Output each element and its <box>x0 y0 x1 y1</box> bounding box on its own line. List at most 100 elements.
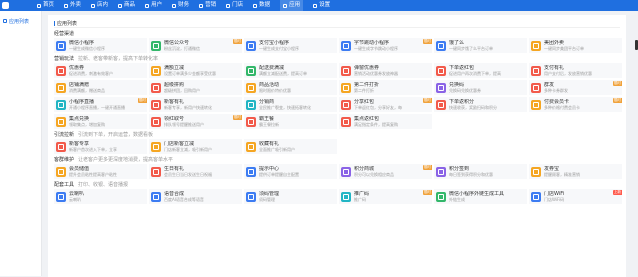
app-card[interactable]: 弹窗优惠券 营销活动优惠券发放神器 <box>339 63 432 78</box>
app-icon <box>531 191 541 202</box>
nav-item-store[interactable]: 店内 <box>91 0 108 11</box>
app-icon <box>436 40 446 51</box>
app-section: 营销玩法 拉新、老客带新客，提高下单转化率 优惠券 促进消费，刺激有效客户 满额立减 设置… <box>54 55 622 129</box>
app-card-text: 门店新客立减 门店新客立减，吸引新用户 <box>164 141 212 152</box>
nav-item-label: 数据 <box>259 2 271 8</box>
nav-item-gear[interactable]: 设置 <box>313 0 330 11</box>
logo[interactable] <box>2 2 9 9</box>
app-section: 引流拉新 引流到下单，开启运营，数据看板 新客专享 新客户首次进入下单，立享 门店新客立… <box>54 131 620 154</box>
app-card[interactable]: 美团外卖 一键同步美团平台订单 <box>529 38 622 53</box>
app-card[interactable]: 字节跳动小程序 一键生成字节跳动小程序 限时 <box>339 38 432 53</box>
nav-item-home[interactable]: 首页 <box>37 0 54 11</box>
app-card[interactable]: 优惠券 促进消费，刺激有效客户 <box>54 63 147 78</box>
store-icon <box>91 3 96 8</box>
app-card[interactable]: 下单返红包 促进用户再次消费下单，提高 <box>434 63 527 78</box>
nav-item-bike[interactable]: 外卖 <box>64 0 81 11</box>
app-icon <box>151 166 161 177</box>
app-card[interactable]: 新客专享 新客户首次进入下单，立享 <box>54 139 147 154</box>
app-card[interactable]: 领红取号 排队领号提醒推送用户 限时 <box>149 114 242 129</box>
app-description: 会员生日当日发送生日祝福 <box>164 172 212 177</box>
app-card[interactable]: 收藏有礼 全面推广吸引新用户 <box>244 139 337 154</box>
app-card[interactable]: 分享红包 下单返红包，分享好友，每 限时 <box>339 97 432 112</box>
app-card-text: 分销商 全民推广裂变，快速拓客转化 <box>259 99 311 110</box>
app-card[interactable]: 门店WiFi 门店WiFi码 上新 <box>529 189 622 204</box>
app-card-text: 超级拼购 超级拼团，回购用户 <box>164 82 200 93</box>
app-icon <box>151 141 161 152</box>
app-card[interactable]: 集点返红包 满足指定条件，提高复购 <box>339 114 432 129</box>
app-card[interactable]: 霸王餐 霸王餐拉新 <box>244 114 337 129</box>
app-icon <box>436 65 446 76</box>
app-card[interactable]: 支付有礼 用户支付后，发放营销优惠 <box>529 63 622 78</box>
app-card-text: 第二件打折 第二件打折 <box>354 82 379 93</box>
app-card[interactable]: 满额立减 设置订单满多少金额享受优惠 <box>149 63 242 78</box>
app-card[interactable]: 群发 多种卡券群发 限时 <box>529 80 622 95</box>
app-card[interactable]: 支付宝小程序 一键生成支付宝小程序 <box>244 38 337 53</box>
sidebar-item-app-list[interactable]: 应用列表 <box>0 16 41 26</box>
app-card-text: 微信公众号 粉丝沉淀，打通微信 <box>164 40 200 51</box>
nav-item-label: 首页 <box>43 2 55 8</box>
nav-item-goods[interactable]: 商品 <box>118 0 135 11</box>
section-title: 配套工具 打印、收银、语音播报 <box>54 181 620 189</box>
app-card[interactable]: 第二件打折 第二件打折 <box>339 80 432 95</box>
app-description: 开通小程序直播，一键开通直播 <box>69 105 125 110</box>
app-badge: 限时 <box>422 190 432 195</box>
app-card[interactable]: 微信小程序 一键生成微信小程序 <box>54 38 147 53</box>
app-card[interactable]: 饿了么 一键同步饿了么平台订单 <box>434 38 527 53</box>
app-card[interactable]: 兑换码 兑换码兑换优惠券 <box>434 80 527 95</box>
app-card[interactable]: 配送费满减 满额立减配送费，提高订单 <box>244 63 337 78</box>
nav-item-label: 财务 <box>178 2 190 8</box>
app-description: 一键同步美团平台订单 <box>544 46 584 51</box>
app-card[interactable]: 下单返积分 快速收获，奖励扫码和积分 <box>434 97 527 112</box>
app-card[interactable]: 语音合成 百度AI语音合成等语音 <box>149 189 242 204</box>
nav-item-chart[interactable]: 数据 <box>253 0 270 11</box>
app-icon <box>531 65 541 76</box>
app-icon <box>151 82 161 93</box>
app-card[interactable]: 云喇叭 云喇叭 <box>54 189 147 204</box>
app-card[interactable]: 店铺满赠 消费满额，赠送商品 <box>54 80 147 95</box>
app-description: 限时限价特价优惠 <box>259 88 291 93</box>
app-card-text: 语音合成 百度AI语音合成等语音 <box>164 191 204 202</box>
app-card[interactable]: 付费会员卡 多种价格付费会员卡 限时 <box>529 97 622 112</box>
app-card[interactable]: 门店新客立减 门店新客立减，吸引新用户 <box>149 139 242 154</box>
app-card[interactable]: 生日有礼 会员生日当日发送生日祝福 <box>149 164 242 179</box>
app-badge: 限时 <box>422 165 432 170</box>
app-description: 兑换码兑换优惠券 <box>449 88 481 93</box>
app-icon <box>436 191 446 202</box>
app-card-text: 集点返红包 满足指定条件，提高复购 <box>354 116 398 127</box>
app-icon <box>531 82 541 93</box>
app-card[interactable]: 须码管理 须码管理 <box>244 189 337 204</box>
sidebar: 应用列表 <box>0 11 42 276</box>
app-card[interactable]: 超级拼购 超级拼团，回购用户 <box>149 80 242 95</box>
nav-item-label: 用户 <box>151 2 163 8</box>
app-card[interactable]: 积分签到 每日签到获得积分和优惠 <box>434 164 527 179</box>
app-description: 全民推广裂变，快速拓客转化 <box>259 105 311 110</box>
nav-item-megaphone[interactable]: 营销 <box>199 0 216 11</box>
app-description: 提供订单提醒自主配置 <box>259 172 299 177</box>
app-card-grid: 会员储值 提升会员粘性提高客户粘性 生日有礼 会员生日当日发送生日祝福 提示中心 提供订单… <box>54 164 622 179</box>
user-icon <box>145 3 150 8</box>
app-card[interactable]: 提示中心 提供订单提醒自主配置 <box>244 164 337 179</box>
app-card[interactable]: 发券宝 提醒顾客，精准营销 <box>529 164 622 179</box>
app-card[interactable]: 微信小程序外链生成工具 外链生成 <box>434 189 527 204</box>
app-card[interactable]: 商品活动 限时限价特价优惠 <box>244 80 337 95</box>
nav-item-shop[interactable]: 门店 <box>226 0 243 11</box>
nav-item-wallet[interactable]: 财务 <box>172 0 189 11</box>
app-card[interactable]: 新客有礼 新客专享，新用户快速转化 <box>149 97 242 112</box>
app-card[interactable]: 分销商 全民推广裂变，快速拓客转化 <box>244 97 337 112</box>
app-card-text: 商品活动 限时限价特价优惠 <box>259 82 291 93</box>
app-card[interactable]: 推广码 推广码 限时 <box>339 189 432 204</box>
nav-item-apps[interactable]: 应用 <box>280 0 304 11</box>
nav-item-user[interactable]: 用户 <box>145 0 162 11</box>
app-description: 营销活动优惠券发放神器 <box>354 71 398 76</box>
app-icon <box>341 116 351 127</box>
app-description: 满足指定条件，提高复购 <box>354 122 398 127</box>
app-card[interactable]: 集点兑换 领取集点，增加复购 <box>54 114 147 129</box>
app-card[interactable]: 积分商城 积分可以兑换相应商品 限时 <box>339 164 432 179</box>
app-card[interactable]: 小程序直播 开通小程序直播，一键开通直播 限时 <box>54 97 147 112</box>
app-description: 积分可以兑换相应商品 <box>354 172 394 177</box>
shop-icon <box>226 3 231 8</box>
app-card[interactable]: 微信公众号 粉丝沉淀，打通微信 限时 <box>149 38 242 53</box>
app-card[interactable]: 会员储值 提升会员粘性提高客户粘性 <box>54 164 147 179</box>
nav-item-label: 应用 <box>289 2 301 8</box>
app-card-text: 集点兑换 领取集点，增加复购 <box>69 116 105 127</box>
